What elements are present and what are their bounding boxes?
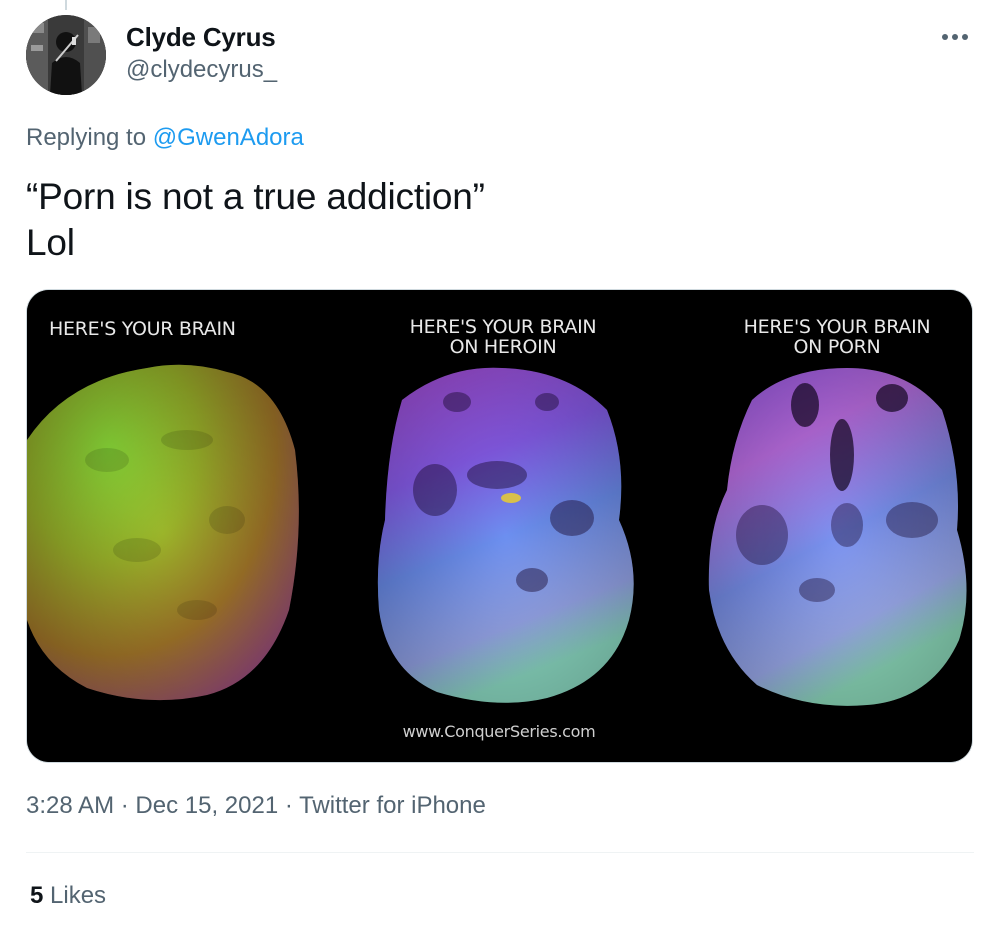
separator-dot: · <box>284 792 293 819</box>
likes-label: Likes <box>50 882 107 909</box>
thread-connector-line <box>65 0 67 10</box>
avatar-photo <box>26 15 106 95</box>
more-icon <box>942 34 968 40</box>
caption-heroin-line2: ON HEROIN <box>449 336 557 358</box>
author-handle[interactable]: @clydecyrus_ <box>126 56 277 84</box>
author-display-name[interactable]: Clyde Cyrus <box>126 22 276 53</box>
tweet-time[interactable]: 3:28 AM <box>26 792 114 819</box>
caption-heroin-line1: HERE'S YOUR BRAIN <box>409 316 597 338</box>
tweet-source[interactable]: Twitter for iPhone <box>299 792 486 819</box>
divider <box>26 852 974 853</box>
tweet-date[interactable]: Dec 15, 2021 <box>135 792 278 819</box>
tweet-text: “Porn is not a true addiction” Lol <box>26 174 485 266</box>
likes-count: 5 <box>30 882 44 909</box>
tweet-text-line: “Porn is not a true addiction” <box>26 176 485 217</box>
image-watermark: www.ConquerSeries.com <box>402 722 596 741</box>
caption-porn-line1: HERE'S YOUR BRAIN <box>743 316 931 338</box>
replying-to-label: Replying to <box>26 124 147 151</box>
tweet-metadata: 3:28 AM · Dec 15, 2021 · Twitter for iPh… <box>26 792 486 820</box>
separator-dot: · <box>120 792 129 819</box>
caption-your-brain: HERE'S YOUR BRAIN <box>49 318 236 340</box>
tweet-text-line: Lol <box>26 222 75 263</box>
replying-to: Replying to @GwenAdora <box>26 124 304 152</box>
more-options-button[interactable] <box>938 22 972 52</box>
caption-porn-line2: ON PORN <box>793 336 881 358</box>
brain-scans-image <box>27 290 972 762</box>
tweet-media-image[interactable]: HERE'S YOUR BRAIN HERE'S YOUR BRAIN ON H… <box>27 290 972 762</box>
likes-link[interactable]: 5 Likes <box>30 882 106 910</box>
replying-to-link[interactable]: @GwenAdora <box>153 124 304 151</box>
avatar[interactable] <box>26 15 106 95</box>
